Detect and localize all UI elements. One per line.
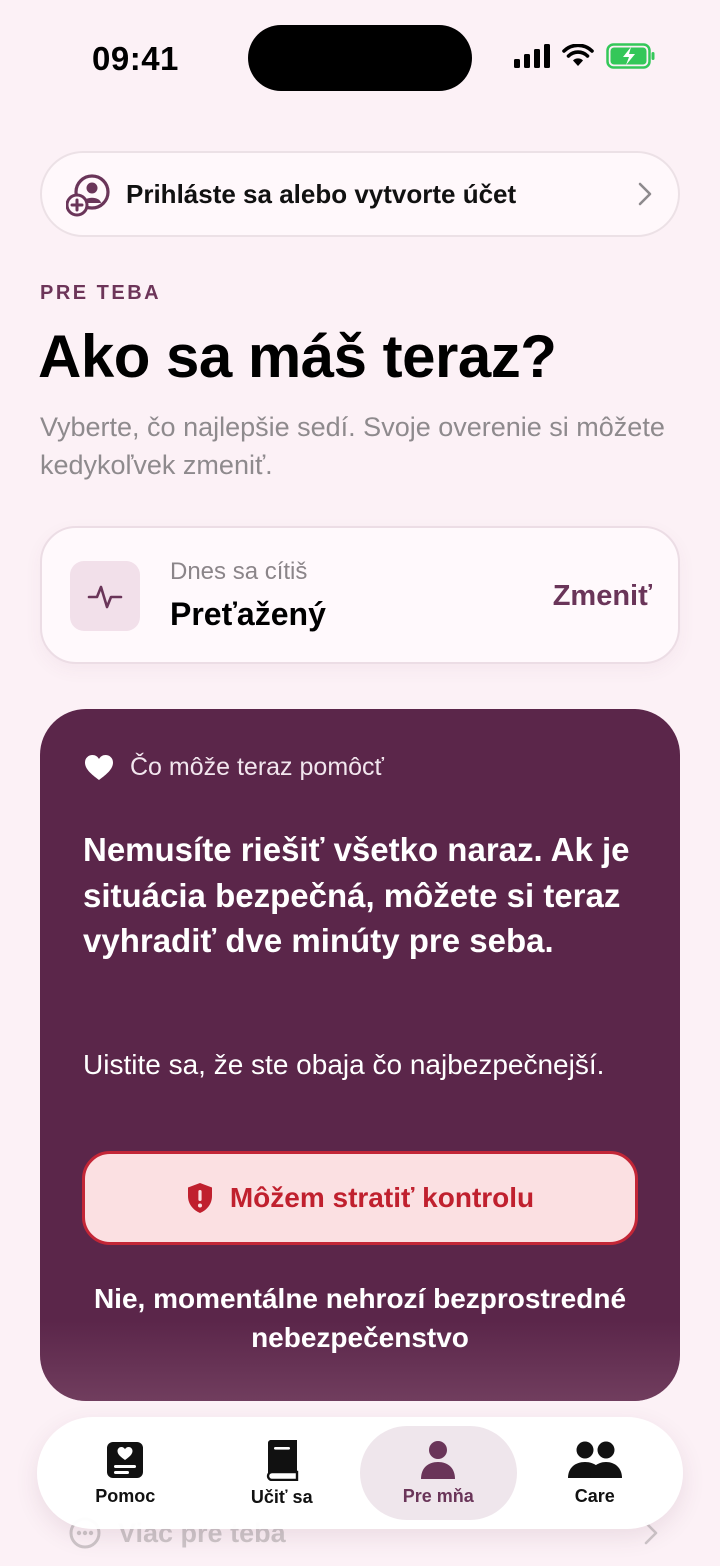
add-user-icon <box>66 174 110 217</box>
mood-icon-box <box>70 561 140 631</box>
wifi-icon <box>562 44 594 66</box>
people-icon <box>567 1441 622 1478</box>
pulse-icon <box>87 585 123 609</box>
dynamic-island <box>248 25 472 91</box>
heart-note-icon <box>107 1441 144 1478</box>
signin-label: Prihláste sa alebo vytvorte účet <box>126 178 517 209</box>
signin-button[interactable]: Prihláste sa alebo vytvorte účet <box>40 151 680 237</box>
status-time: 09:41 <box>92 40 179 77</box>
tab-care[interactable]: Care <box>517 1426 674 1520</box>
tab-label: Pre mňa <box>402 1485 474 1506</box>
section-label: PRE TEBA <box>40 282 162 304</box>
tab-label: Učiť sa <box>250 1486 313 1507</box>
no-danger-button[interactable]: Nie, momentálne nehrozí bezprostredné ne… <box>80 1279 640 1357</box>
book-icon <box>266 1439 298 1481</box>
cellular-signal-icon <box>514 44 550 68</box>
status-icons <box>514 43 656 69</box>
tab-label: Pomoc <box>95 1485 156 1506</box>
change-mood-button[interactable]: Zmeniť <box>553 580 652 613</box>
help-header-label: Čo môže teraz pomôcť <box>130 753 384 781</box>
tab-pre-mna[interactable]: Pre mňa <box>360 1426 517 1520</box>
lose-control-label: Môžem stratiť kontrolu <box>229 1182 535 1213</box>
help-header: Čo môže teraz pomôcť <box>84 753 384 782</box>
page-title: Ako sa máš teraz? <box>38 323 557 390</box>
mood-card: Dnes sa cítiš Preťažený Zmeniť <box>40 526 680 664</box>
heart-icon <box>85 755 113 780</box>
help-card: Čo môže teraz pomôcť Nemusíte riešiť vše… <box>40 709 680 1401</box>
battery-charging-icon <box>606 43 655 69</box>
tab-label: Care <box>574 1485 615 1506</box>
help-body-text: Nemusíte riešiť všetko naraz. Ak je situ… <box>83 831 630 959</box>
status-bar: 09:41 <box>0 0 720 120</box>
tab-pomoc[interactable]: Pomoc <box>47 1426 204 1520</box>
mood-caption: Dnes sa cítiš <box>170 558 308 585</box>
lose-control-button[interactable]: Môžem stratiť kontrolu <box>82 1151 638 1245</box>
chevron-right-icon <box>638 182 652 206</box>
person-icon <box>421 1440 456 1479</box>
tab-bar: Pomoc Učiť sa Pre mňa Care <box>37 1417 683 1529</box>
help-note-text: Uistite sa, že ste obaja čo najbezpečnej… <box>83 1049 605 1080</box>
page-subtitle: Vyberte, čo najlepšie sedí. Svoje overen… <box>40 412 665 480</box>
shield-alert-icon <box>187 1183 212 1213</box>
tab-ucit-sa[interactable]: Učiť sa <box>204 1426 361 1520</box>
mood-value: Preťažený <box>170 596 326 632</box>
